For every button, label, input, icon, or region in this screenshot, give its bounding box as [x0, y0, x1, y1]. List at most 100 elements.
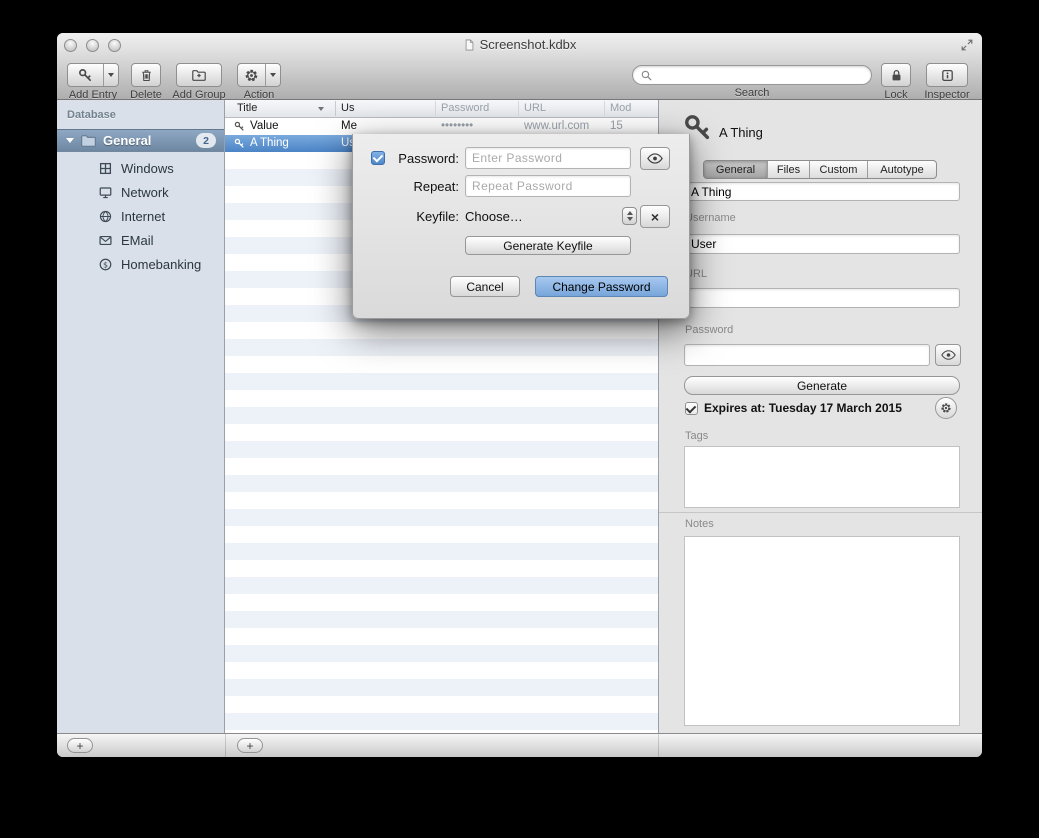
disclosure-triangle-icon[interactable]	[66, 138, 74, 143]
sidebar-item-label: Homebanking	[121, 257, 201, 272]
add-entry-button[interactable]	[67, 63, 119, 87]
chevron-up-icon	[627, 211, 633, 215]
sidebar-item-homebanking[interactable]: Homebanking	[57, 252, 224, 276]
username-field[interactable]	[684, 234, 960, 254]
tags-label: Tags	[685, 430, 708, 442]
search-toolbar-item: Search	[632, 63, 872, 99]
eye-icon	[647, 153, 663, 164]
inspector-button[interactable]	[926, 63, 968, 87]
tab-custom[interactable]: Custom	[810, 161, 868, 178]
close-icon: ×	[651, 210, 659, 224]
eye-icon	[941, 350, 956, 360]
fullscreen-icon[interactable]	[960, 38, 974, 52]
expires-checkbox[interactable]	[685, 402, 698, 415]
key-icon	[234, 138, 245, 149]
tags-input[interactable]	[684, 446, 960, 508]
sidebar-item-label: Internet	[121, 209, 165, 224]
sidebar-item-label: Windows	[121, 161, 174, 176]
popup-stepper-icon[interactable]	[622, 207, 637, 225]
delete-button[interactable]	[131, 63, 161, 87]
gear-icon	[940, 402, 952, 414]
generate-password-button[interactable]: Generate	[684, 376, 960, 395]
sidebar-group-general[interactable]: General 2	[57, 129, 224, 152]
keyfile-popup[interactable]: Choose…	[465, 205, 637, 227]
tab-autotype[interactable]: Autotype	[868, 161, 936, 178]
trash-icon	[139, 68, 154, 83]
cancel-button[interactable]: Cancel	[450, 276, 520, 297]
column-divider[interactable]	[335, 101, 336, 116]
search-label: Search	[735, 87, 770, 99]
search-field[interactable]	[632, 65, 872, 85]
column-divider[interactable]	[604, 101, 605, 116]
entry-row[interactable]: Value Me •••••••• www.url.com 15	[225, 118, 658, 135]
group-badge: 2	[196, 133, 216, 148]
dialog-password-label: Password:	[389, 151, 459, 166]
chevron-down-icon	[108, 73, 114, 77]
title-bar: Screenshot.kdbx	[57, 33, 982, 58]
sidebar-item-email[interactable]: EMail	[57, 228, 224, 252]
search-icon	[640, 69, 653, 82]
dialog-repeat-input[interactable]	[465, 175, 631, 197]
column-header-password[interactable]: Password	[441, 102, 489, 114]
delete-toolbar-item: Delete	[119, 63, 173, 101]
dialog-repeat-label: Repeat:	[389, 179, 459, 194]
change-password-dialog: Password: Repeat: Keyfile: Choose… × Gen…	[352, 134, 690, 319]
add-group-button[interactable]	[176, 63, 222, 87]
key-icon	[78, 68, 93, 83]
tab-general[interactable]: General	[704, 161, 768, 178]
password-label: Password	[685, 324, 733, 336]
password-field[interactable]	[684, 344, 930, 366]
inspector-tabs: General Files Custom Autotype	[703, 160, 937, 179]
inspector-entry-title: A Thing	[719, 125, 763, 140]
document-icon	[463, 38, 476, 52]
network-icon	[98, 185, 113, 200]
email-icon	[98, 233, 113, 248]
add-group-footer-button[interactable]: +	[67, 738, 93, 753]
expires-options-button[interactable]	[935, 397, 957, 419]
sidebar-item-windows[interactable]: Windows	[57, 156, 224, 180]
keyfile-popup-value: Choose…	[465, 209, 622, 224]
column-header-modified[interactable]: Mod	[610, 102, 631, 114]
action-button[interactable]	[237, 63, 281, 87]
column-header-url[interactable]: URL	[524, 102, 546, 114]
column-divider[interactable]	[518, 101, 519, 116]
section-divider	[659, 512, 982, 513]
reveal-password-button[interactable]	[935, 344, 961, 366]
generate-keyfile-button[interactable]: Generate Keyfile	[465, 236, 631, 255]
folder-plus-icon	[191, 67, 207, 83]
column-header-username[interactable]: Us	[341, 102, 354, 114]
notes-input[interactable]	[684, 536, 960, 726]
homebanking-icon	[98, 257, 113, 272]
add-entry-footer-button[interactable]: +	[237, 738, 263, 753]
lock-button[interactable]	[881, 63, 911, 87]
column-header-title[interactable]: Title	[237, 102, 257, 114]
password-enable-checkbox[interactable]	[371, 151, 385, 165]
sidebar-item-label: EMail	[121, 233, 154, 248]
sidebar-item-network[interactable]: Network	[57, 180, 224, 204]
clear-keyfile-button[interactable]: ×	[640, 205, 670, 228]
entry-list-header: Title Us Password URL Mod	[225, 100, 658, 118]
gear-icon	[244, 68, 259, 83]
dialog-keyfile-label: Keyfile:	[389, 209, 459, 224]
title-field[interactable]	[684, 182, 960, 201]
column-divider[interactable]	[435, 101, 436, 116]
sidebar-item-internet[interactable]: Internet	[57, 204, 224, 228]
chevron-down-icon	[627, 217, 633, 221]
add-entry-dropdown[interactable]	[103, 64, 118, 86]
action-dropdown[interactable]	[265, 64, 280, 86]
footer-divider	[225, 734, 226, 757]
change-password-button[interactable]: Change Password	[535, 276, 668, 297]
username-label: Username	[685, 212, 736, 224]
dialog-password-input[interactable]	[465, 147, 631, 169]
inspector-toolbar-item: Inspector	[915, 63, 979, 101]
toolbar: Add Entry Delete Add Group Action	[57, 58, 982, 100]
tab-files[interactable]: Files	[768, 161, 810, 178]
search-input[interactable]	[658, 67, 864, 83]
dialog-reveal-password-button[interactable]	[640, 147, 670, 170]
internet-icon	[98, 209, 113, 224]
sidebar-section-header: Database	[67, 109, 116, 121]
entry-title: A Thing	[250, 137, 289, 149]
add-entry-toolbar-item: Add Entry	[61, 63, 125, 101]
url-field[interactable]	[684, 288, 960, 308]
lock-icon	[889, 68, 904, 83]
